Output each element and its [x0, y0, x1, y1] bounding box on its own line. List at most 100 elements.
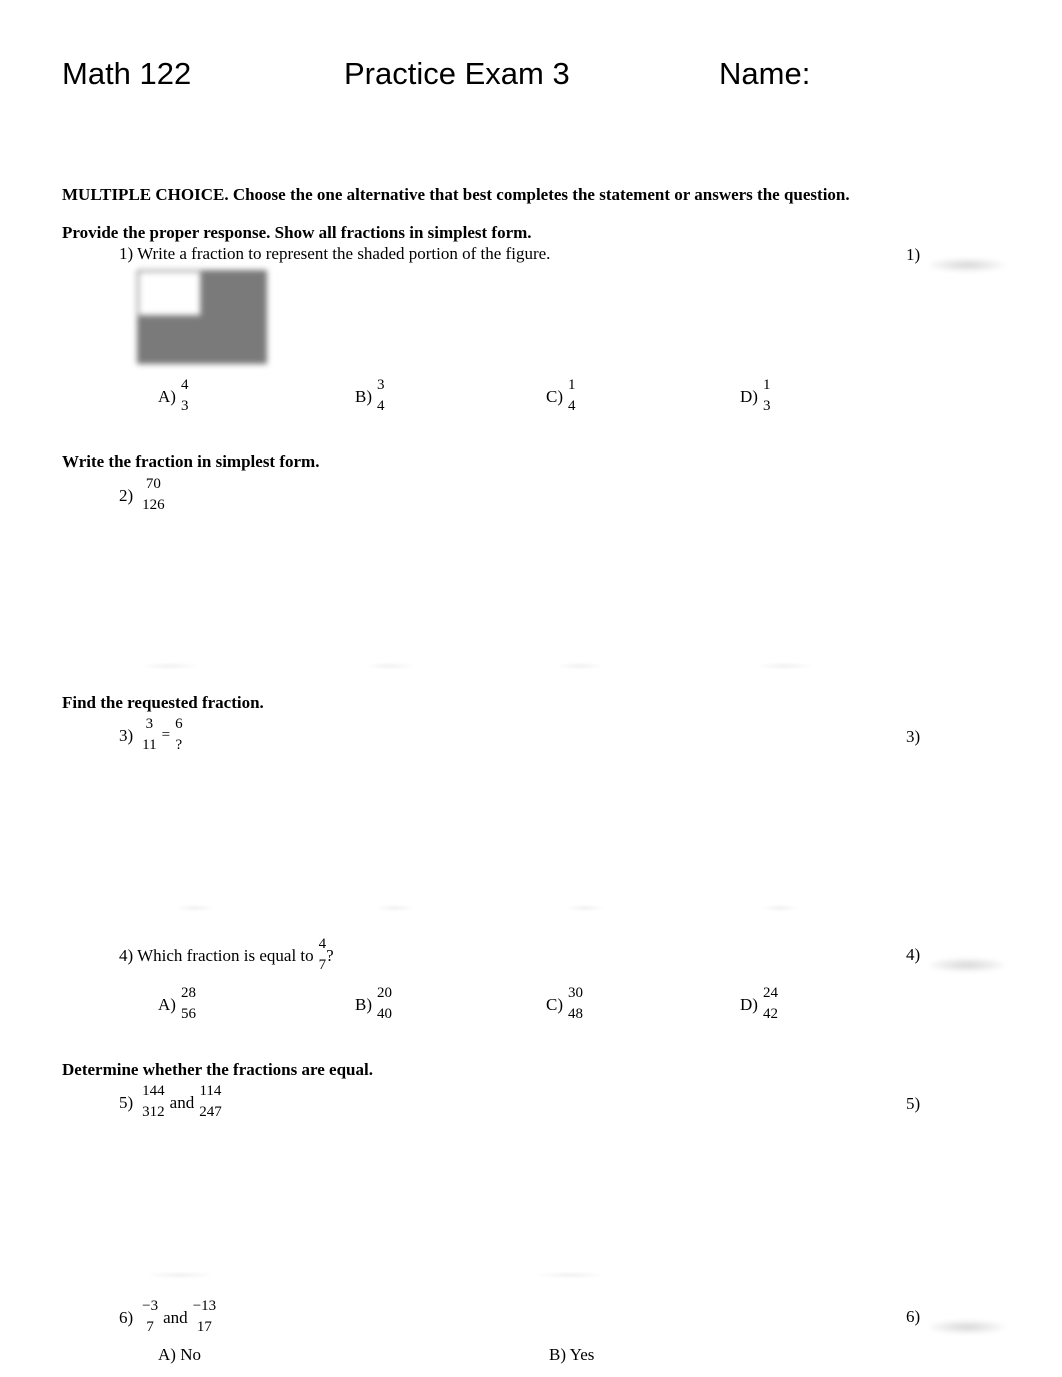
- question-mark: ?: [326, 945, 334, 965]
- question-2: 2) 70 126: [119, 474, 165, 516]
- question-number: 5): [119, 1092, 134, 1112]
- ghost-mark: [145, 1271, 215, 1279]
- question-5: 5) 144 312 and 114 247: [119, 1081, 222, 1123]
- equals-sign: =: [161, 726, 171, 743]
- answer-marker-5: 5): [906, 1094, 921, 1113]
- fraction: 30 48: [568, 983, 583, 1025]
- question-text: 4) Which fraction is equal to: [119, 945, 314, 965]
- choice-c[interactable]: C) 14: [546, 375, 576, 417]
- fraction: 34: [377, 375, 385, 417]
- fraction: 6?: [175, 714, 183, 756]
- numerator: 3: [377, 377, 385, 393]
- and-text: and: [169, 1092, 195, 1112]
- numerator: 3: [145, 716, 154, 732]
- ghost-mark: [555, 662, 605, 670]
- choice-d[interactable]: D) 13: [740, 375, 770, 417]
- ghost-mark: [365, 662, 415, 670]
- choice-d[interactable]: D) 24 42: [740, 983, 778, 1025]
- choice-a[interactable]: A) No: [158, 1346, 201, 1363]
- choice-label: D): [740, 994, 758, 1014]
- ghost-mark: [755, 662, 815, 670]
- numerator: 114: [199, 1083, 222, 1099]
- answer-blank-6[interactable]: [928, 1320, 1006, 1334]
- figure-cell-shaded: [137, 317, 202, 364]
- fraction: 114 247: [199, 1081, 222, 1123]
- numerator: 1: [568, 377, 576, 393]
- fraction: 14: [568, 375, 576, 417]
- denominator: 11: [142, 737, 157, 753]
- answer-marker-4: 4): [906, 945, 921, 964]
- choice-b[interactable]: B) 34: [355, 375, 385, 417]
- fraction: 20 40: [377, 983, 392, 1025]
- denominator: 7: [318, 957, 327, 973]
- question-number: 2): [119, 485, 134, 505]
- figure-cell-unshaded: [137, 270, 202, 317]
- answer-marker-1: 1): [906, 245, 921, 264]
- numerator: 1: [762, 377, 771, 393]
- fraction: 24 42: [763, 983, 778, 1025]
- figure-cell-shaded: [202, 270, 267, 317]
- denominator: ?: [175, 737, 183, 753]
- denominator: 126: [142, 497, 165, 513]
- choice-label: B): [355, 994, 372, 1014]
- and-text: and: [163, 1307, 188, 1327]
- denominator: 40: [377, 1006, 392, 1022]
- ghost-mark: [535, 1271, 605, 1279]
- fraction: 28 56: [181, 983, 196, 1025]
- fraction: 70 126: [142, 474, 165, 516]
- denominator: 312: [142, 1104, 165, 1120]
- section-heading: Find the requested fraction.: [62, 693, 264, 712]
- choice-label: D): [740, 386, 758, 406]
- choice-label: A): [158, 994, 176, 1014]
- answer-blank-1[interactable]: [928, 258, 1006, 272]
- denominator: 17: [196, 1319, 212, 1335]
- fraction: −3 7: [142, 1296, 158, 1338]
- choice-label: C): [546, 386, 563, 406]
- section-heading: Write the fraction in simplest form.: [62, 452, 320, 471]
- fraction: −13 17: [193, 1296, 216, 1338]
- answer-marker-3: 3): [906, 727, 921, 746]
- section-heading: Determine whether the fractions are equa…: [62, 1060, 373, 1079]
- denominator: 3: [762, 398, 771, 414]
- choice-b[interactable]: B) 20 40: [355, 983, 392, 1025]
- numerator: 30: [568, 985, 583, 1001]
- answer-blank-4[interactable]: [928, 958, 1006, 972]
- numerator: 144: [142, 1083, 165, 1099]
- fraction: 47: [319, 934, 327, 976]
- choice-a[interactable]: A) 43: [158, 375, 188, 417]
- denominator: 7: [146, 1319, 154, 1335]
- question-number: 6): [119, 1307, 134, 1327]
- ghost-mark: [760, 904, 800, 912]
- choice-label: B): [355, 386, 372, 406]
- numerator: 4: [180, 377, 189, 393]
- section-heading: Provide the proper response. Show all fr…: [62, 223, 532, 242]
- denominator: 3: [180, 398, 189, 414]
- question-6: 6) −3 7 and −13 17: [119, 1296, 216, 1338]
- exam-title: Practice Exam 3: [344, 56, 570, 91]
- denominator: 56: [180, 1006, 196, 1022]
- numerator: −13: [192, 1298, 217, 1314]
- instructions: MULTIPLE CHOICE. Choose the one alternat…: [62, 185, 850, 204]
- fraction: 43: [181, 375, 189, 417]
- choice-c[interactable]: C) 30 48: [546, 983, 583, 1025]
- ghost-mark: [565, 904, 605, 912]
- shaded-figure: [137, 270, 267, 364]
- question-4: 4) Which fraction is equal to 47 ?: [119, 934, 334, 976]
- figure-cell-shaded: [202, 317, 267, 364]
- fraction: 13: [763, 375, 771, 417]
- choice-b[interactable]: B) Yes: [549, 1346, 594, 1363]
- numerator: 70: [145, 476, 161, 492]
- numerator: 6: [175, 716, 183, 732]
- ghost-mark: [375, 904, 415, 912]
- ghost-mark: [140, 662, 200, 670]
- choice-a[interactable]: A) 28 56: [158, 983, 196, 1025]
- answer-marker-6: 6): [906, 1307, 921, 1326]
- fraction: 3 11: [142, 714, 156, 756]
- choice-label: C): [546, 994, 563, 1014]
- denominator: 247: [199, 1104, 222, 1120]
- denominator: 4: [377, 398, 385, 414]
- course-title: Math 122: [62, 56, 192, 91]
- question-1-text: 1) Write a fraction to represent the sha…: [119, 244, 551, 263]
- name-label: Name:: [719, 56, 811, 91]
- numerator: −3: [142, 1298, 159, 1314]
